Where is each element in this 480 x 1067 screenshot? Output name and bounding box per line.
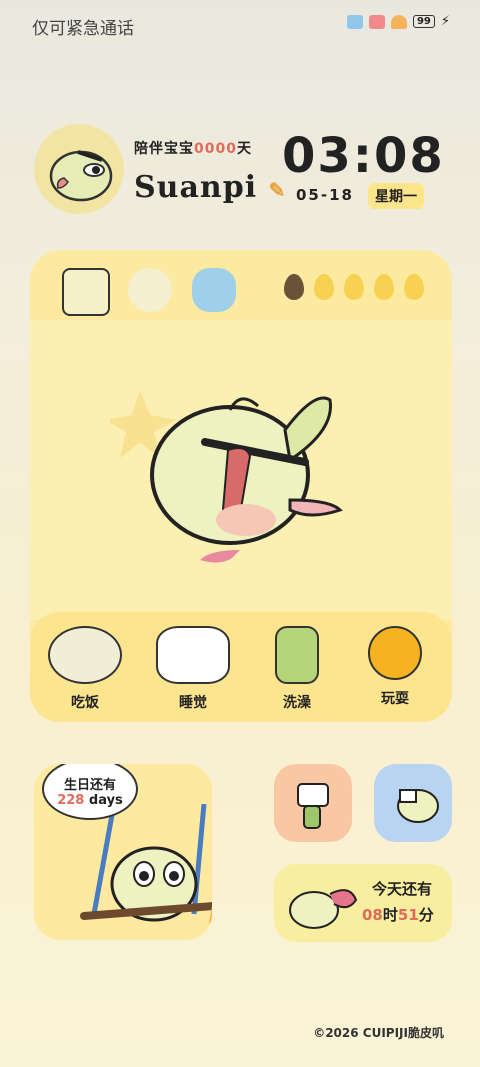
feather-icon[interactable] [192, 268, 236, 312]
sim-icon [346, 14, 363, 29]
birthday-title: 生日还有 [63, 778, 116, 793]
seed-icon [284, 274, 304, 300]
countdown-hour-unit: 时 [382, 906, 398, 924]
soap-bottle-icon [275, 626, 319, 684]
charging-icon: ⚡ [440, 14, 450, 29]
action-sleep-label: 睡觉 [179, 695, 207, 711]
action-play-button[interactable]: 玩耍 [350, 626, 440, 708]
companion-days-count: 0000 [194, 141, 237, 157]
plate-icon [48, 626, 122, 684]
action-eat-label: 吃饭 [71, 695, 99, 711]
action-bar: 吃饭 睡觉 洗澡 玩耍 [30, 612, 452, 722]
action-bath-button[interactable]: 洗澡 [252, 626, 342, 712]
food-level-bar [284, 274, 424, 300]
friend-tile-button[interactable] [374, 764, 452, 842]
clock-weekday: 星期一 [368, 183, 424, 209]
brush-icon [297, 783, 329, 829]
companion-days: 陪伴宝宝0000天 [134, 138, 252, 158]
brush-tile-button[interactable] [274, 764, 352, 842]
pet-main-card: 吃饭 睡觉 洗澡 玩耍 [30, 250, 452, 722]
pet-name: Suanpi ✎ [134, 170, 286, 205]
status-carrier-text: 仅可紧急通话 [32, 19, 134, 39]
action-eat-button[interactable]: 吃饭 [40, 626, 130, 712]
action-bath-label: 洗澡 [283, 695, 311, 711]
signal-icon [368, 14, 385, 29]
food-pip-icon [404, 274, 424, 300]
food-pip-icon [374, 274, 394, 300]
day-countdown-widget[interactable]: 今天还有 08时51分 [274, 864, 452, 942]
pet-bird-illustration[interactable] [110, 370, 360, 570]
countdown-title: 今天还有 [372, 880, 433, 898]
countdown-minute-unit: 分 [418, 906, 434, 924]
bird-reading-icon [289, 889, 358, 929]
swing-bird-illustration [80, 804, 212, 924]
countdown-hours: 08 [362, 906, 383, 924]
bird-peek-icon [397, 789, 439, 823]
companion-prefix: 陪伴宝宝 [134, 141, 194, 157]
countdown-minutes: 51 [397, 906, 419, 924]
ball-icon [368, 626, 422, 680]
notes-icon[interactable] [62, 268, 110, 316]
copyright-text: ©2026 CUIPIJI脆皮叽 [313, 1026, 444, 1040]
birthday-days-unit: days [88, 793, 123, 808]
countdown-value: 08时51分 [362, 904, 434, 925]
companion-suffix: 天 [236, 141, 252, 157]
bird-icon[interactable] [128, 268, 172, 312]
food-pip-icon [344, 274, 364, 300]
avatar[interactable] [34, 124, 124, 214]
birthday-widget[interactable]: 生日还有 228 days [34, 764, 212, 940]
wifi-icon [390, 14, 407, 29]
action-sleep-button[interactable]: 睡觉 [148, 626, 238, 712]
clock-date: 05-18 [296, 186, 354, 204]
birthday-days-count: 228 [57, 793, 85, 808]
battery-level: 99 [412, 15, 435, 28]
pet-name-text: Suanpi [134, 170, 258, 205]
action-play-label: 玩耍 [381, 691, 409, 707]
status-icons: 99 ⚡ [346, 14, 450, 29]
clock-time: 03:08 [282, 128, 445, 184]
pillow-icon [156, 626, 230, 684]
food-pip-icon [314, 274, 334, 300]
bird-avatar-icon [49, 150, 113, 202]
